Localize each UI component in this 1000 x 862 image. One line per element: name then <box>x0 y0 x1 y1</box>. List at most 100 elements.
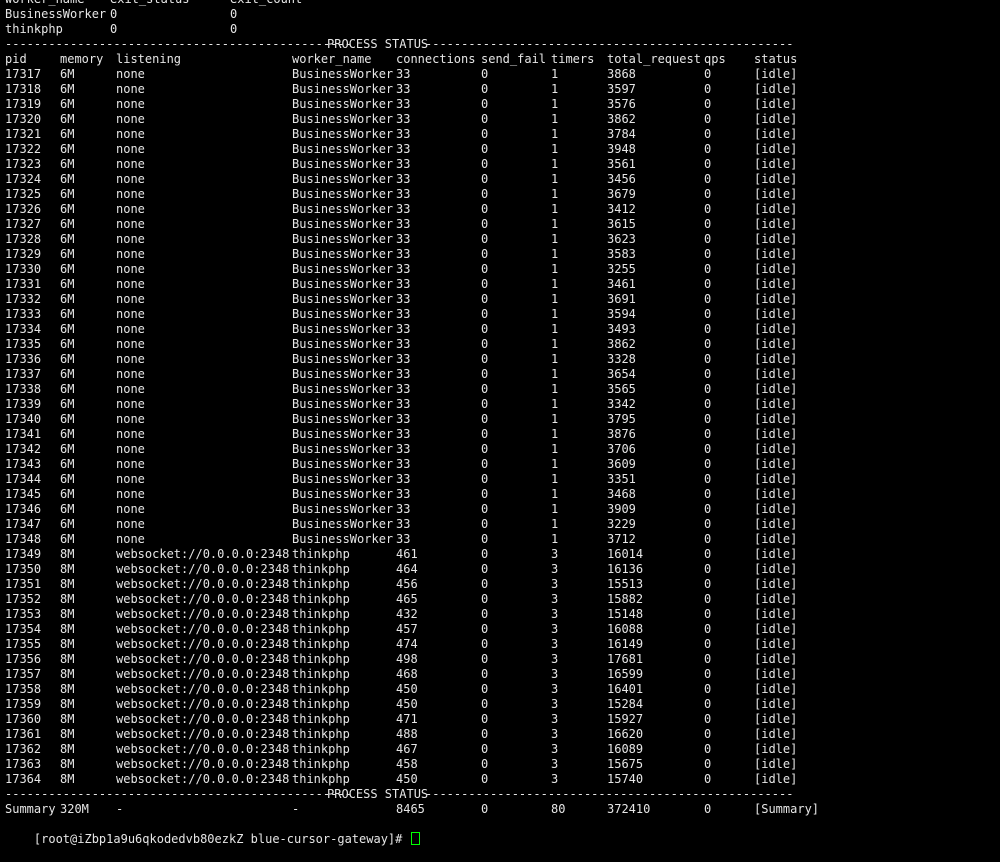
cell-connections: 33 <box>396 472 411 486</box>
shell-prompt: [root@iZbp1a9u6qkodedvb80ezkZ blue-curso… <box>33 832 410 846</box>
cell-connections: 33 <box>396 112 411 126</box>
cell-memory: 6M <box>60 397 75 411</box>
cell-send-fail: 0 <box>481 337 489 351</box>
cell-send-fail: 0 <box>481 307 489 321</box>
cell-send-fail: 0 <box>481 757 489 771</box>
cell-listening: websocket://0.0.0.0:2348 <box>116 742 290 756</box>
cell-total-request: 17681 <box>607 652 644 666</box>
cell-total-request: 3561 <box>607 157 636 171</box>
cell-send-fail: 0 <box>481 247 489 261</box>
cell-timers: 3 <box>551 682 559 696</box>
cell-pid: 17348 <box>5 532 42 546</box>
cell-connections: 464 <box>396 562 418 576</box>
cell-total-request: 15927 <box>607 712 644 726</box>
cell-send-fail: 0 <box>481 202 489 216</box>
cell-qps: 0 <box>704 382 712 396</box>
cell-send-fail: 0 <box>481 772 489 786</box>
process-row: 17324 6M none BusinessWorker 33 0 1 3456 0 [idle] <box>5 172 1000 187</box>
process-status-separator: ----------------------------------------… <box>5 37 1000 52</box>
cell-status: [idle] <box>754 607 798 621</box>
cell-total-request: 3412 <box>607 202 636 216</box>
cell-timers: 1 <box>551 412 559 426</box>
cell-memory: 6M <box>60 367 75 381</box>
cell-timers: 3 <box>551 607 559 621</box>
cell-send-fail: 0 <box>481 142 489 156</box>
cell-timers: 1 <box>551 322 559 336</box>
cell-pid: 17330 <box>5 262 42 276</box>
cell-listening: none <box>116 352 145 366</box>
cell-qps: 0 <box>704 247 712 261</box>
process-row: 17330 6M none BusinessWorker 33 0 1 3255 0 [idle] <box>5 262 1000 277</box>
cell-total-request: 15148 <box>607 607 644 621</box>
cell-connections: 33 <box>396 517 411 531</box>
cell-qps: 0 <box>704 472 712 486</box>
cell-connections: 33 <box>396 232 411 246</box>
cell-total-request: 3862 <box>607 337 636 351</box>
cell-total-request: 15740 <box>607 772 644 786</box>
cell-memory: 8M <box>60 727 75 741</box>
cell-pid: 17333 <box>5 307 42 321</box>
cell-total-request: 3615 <box>607 217 636 231</box>
cell-status: [idle] <box>754 442 798 456</box>
cell-pid: 17327 <box>5 217 42 231</box>
exit-status: 0 <box>110 7 118 21</box>
cell-worker-name: thinkphp <box>292 697 350 711</box>
exit-worker-name: thinkphp <box>5 22 63 36</box>
cell-timers: 1 <box>551 487 559 501</box>
cell-status: [idle] <box>754 397 798 411</box>
cell-qps: 0 <box>704 82 712 96</box>
cell-pid: 17332 <box>5 292 42 306</box>
cell-timers: 3 <box>551 697 559 711</box>
cell-worker-name: BusinessWorker <box>292 202 394 216</box>
cell-worker-name: thinkphp <box>292 682 350 696</box>
separator-label: PROCESS STATUS <box>327 37 429 51</box>
cell-timers: 3 <box>551 592 559 606</box>
cell-connections: 474 <box>396 637 418 651</box>
cell-pid: 17326 <box>5 202 42 216</box>
cell-status: [idle] <box>754 562 798 576</box>
cell-send-fail: 0 <box>481 82 489 96</box>
process-row: 17322 6M none BusinessWorker 33 0 1 3948 0 [idle] <box>5 142 1000 157</box>
process-row: 17321 6M none BusinessWorker 33 0 1 3784 0 [idle] <box>5 127 1000 142</box>
cell-qps: 0 <box>704 187 712 201</box>
cell-send-fail: 0 <box>481 667 489 681</box>
separator-dashes-right: ----------------------------------------… <box>425 37 794 51</box>
cell-listening: none <box>116 172 145 186</box>
cell-worker-name: BusinessWorker <box>292 487 394 501</box>
cell-worker-name: thinkphp <box>292 622 350 636</box>
cell-pid: 17321 <box>5 127 42 141</box>
cell-listening: none <box>116 217 145 231</box>
cell-listening: none <box>116 442 145 456</box>
cell-connections: 33 <box>396 292 411 306</box>
cell-memory: 6M <box>60 457 75 471</box>
cell-send-fail: 0 <box>481 682 489 696</box>
cell-timers: 1 <box>551 337 559 351</box>
cell-listening: none <box>116 112 145 126</box>
cell-listening: none <box>116 367 145 381</box>
cell-timers: 1 <box>551 172 559 186</box>
process-row: 17354 8M websocket://0.0.0.0:2348 thinkphp 4… <box>5 622 1000 637</box>
cell-memory: 6M <box>60 307 75 321</box>
cell-worker-name: BusinessWorker <box>292 532 394 546</box>
cell-qps: 0 <box>704 142 712 156</box>
cell-connections: 33 <box>396 337 411 351</box>
cell-status: [idle] <box>754 322 798 336</box>
process-row: 17359 8M websocket://0.0.0.0:2348 thinkphp 4… <box>5 697 1000 712</box>
cell-timers: 1 <box>551 187 559 201</box>
cell-pid: 17360 <box>5 712 42 726</box>
cell-total-request: 3229 <box>607 517 636 531</box>
cell-connections: 33 <box>396 382 411 396</box>
cell-listening: none <box>116 277 145 291</box>
cell-listening: none <box>116 382 145 396</box>
cell-listening: none <box>116 292 145 306</box>
cell-pid: 17346 <box>5 502 42 516</box>
cell-memory: 6M <box>60 487 75 501</box>
cell-send-fail: 0 <box>481 217 489 231</box>
cell-status: [idle] <box>754 247 798 261</box>
shell-prompt-line[interactable]: [root@iZbp1a9u6qkodedvb80ezkZ blue-curso… <box>5 817 1000 846</box>
terminal-window[interactable]: worker_name exit_status exit_count Busin… <box>5 0 1000 846</box>
process-row: 17337 6M none BusinessWorker 33 0 1 3654 0 [idle] <box>5 367 1000 382</box>
cell-total-request: 16014 <box>607 547 644 561</box>
cell-qps: 0 <box>704 67 712 81</box>
cell-listening: websocket://0.0.0.0:2348 <box>116 697 290 711</box>
